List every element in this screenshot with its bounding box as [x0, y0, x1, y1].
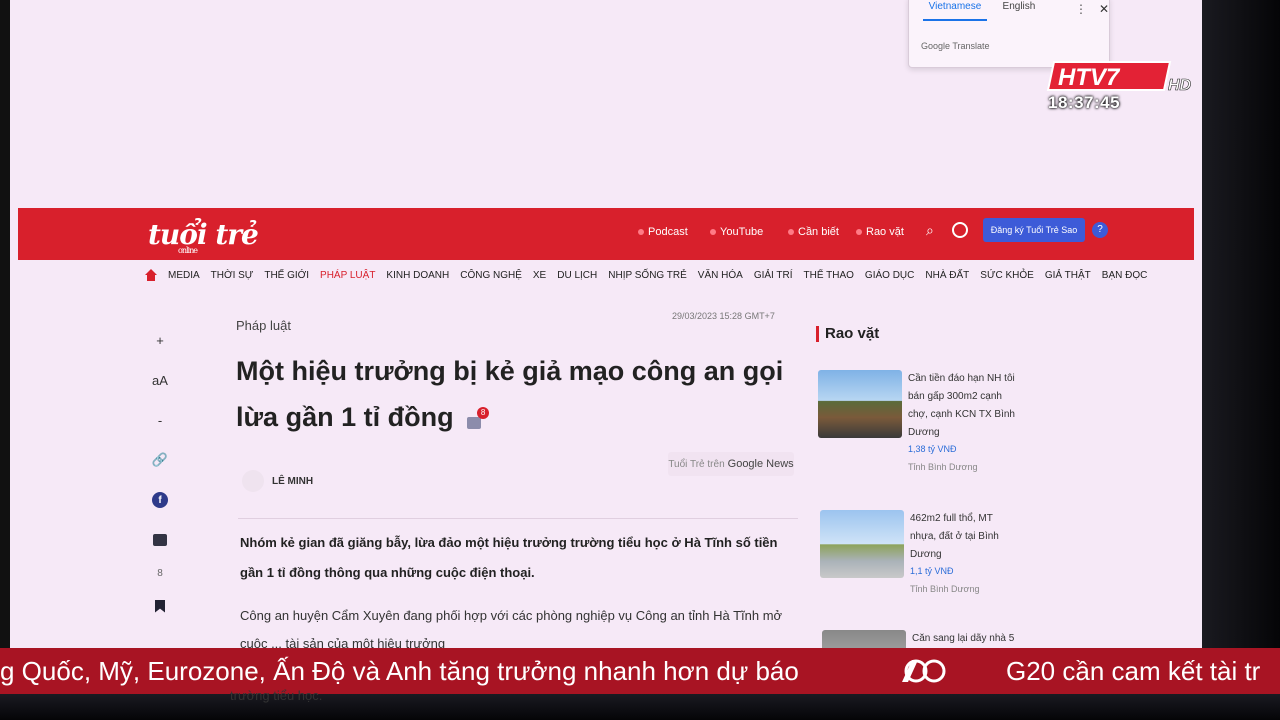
- article-headline: Một hiệu trưởng bị kẻ giả mạo công an gọ…: [236, 348, 796, 440]
- article-category[interactable]: Pháp luật: [236, 318, 291, 333]
- ad-location: Tỉnh Bình Dương: [910, 584, 980, 594]
- monitor-bezel-right: [1202, 0, 1280, 720]
- menu-item[interactable]: DU LỊCH: [557, 270, 597, 281]
- nav-rao-vat[interactable]: Rao vặt: [856, 226, 904, 238]
- nav-youtube-label: YouTube: [720, 226, 764, 238]
- nav-can-biet-label: Cần biết: [798, 226, 839, 238]
- facebook-icon: f: [152, 492, 168, 508]
- google-news-prefix: Tuổi Trẻ trên: [668, 458, 725, 470]
- menu-item[interactable]: NHÀ ĐẤT: [925, 270, 969, 281]
- menu-item-active[interactable]: PHÁP LUẬT: [320, 270, 375, 281]
- menu-item[interactable]: MEDIA: [168, 270, 200, 281]
- article-date: 29/03/2023 15:28 GMT+7: [672, 311, 775, 321]
- nav-youtube[interactable]: YouTube: [710, 226, 763, 238]
- google-news-button[interactable]: Tuổi Trẻ trên Google News: [668, 452, 794, 476]
- close-icon[interactable]: ✕: [1099, 2, 1109, 16]
- font-decrease-button[interactable]: -: [158, 400, 162, 440]
- browser-viewport: Vietnamese English ⋮ ✕ Google Translate …: [10, 0, 1202, 700]
- subscribe-button[interactable]: Đăng ký Tuổi Trẻ Sao: [983, 218, 1085, 242]
- classifieds-icon: [856, 229, 862, 235]
- menu-item[interactable]: THỜI SỰ: [211, 270, 254, 281]
- nav-podcast[interactable]: Podcast: [638, 226, 688, 238]
- article-body-tail: trường tiểu học.: [230, 688, 323, 703]
- channel-name: HTV7: [1058, 64, 1121, 91]
- ad-title[interactable]: Căn sang lại dãy nhà 5: [912, 630, 1022, 648]
- menu-item[interactable]: THỂ THAO: [804, 270, 854, 281]
- translate-brand: Google Translate: [921, 41, 990, 51]
- ad-title[interactable]: 462m2 full thổ, MT nhựa, đất ở tại Bình …: [910, 510, 1020, 564]
- logo-subtext: online: [178, 246, 198, 255]
- font-increase-button[interactable]: +: [156, 320, 164, 360]
- ad-thumbnail[interactable]: [818, 370, 902, 438]
- category-menu: MEDIA THỜI SỰ THẾ GIỚI PHÁP LUẬT KINH DO…: [145, 260, 1147, 290]
- podcast-icon: [638, 229, 644, 235]
- headline-comment-badge[interactable]: 8: [467, 406, 490, 429]
- ad-price: 1,38 tỷ VNĐ: [908, 444, 957, 454]
- font-size-button[interactable]: aA: [152, 360, 168, 400]
- help-icon[interactable]: ?: [1092, 222, 1108, 238]
- ticker-headline: g Quốc, Mỹ, Eurozone, Ấn Độ và Anh tăng …: [0, 656, 799, 686]
- ticker-separator-logo: [902, 659, 946, 683]
- ad-title[interactable]: Cần tiền đáo hạn NH tôi bán gấp 300m2 cạ…: [908, 370, 1018, 442]
- translate-tab-english[interactable]: English: [987, 0, 1051, 21]
- menu-item[interactable]: GIẢI TRÍ: [754, 270, 793, 281]
- menu-item[interactable]: THẾ GIỚI: [264, 270, 309, 281]
- hd-label: HD: [1168, 77, 1192, 94]
- more-options-icon[interactable]: ⋮: [1075, 2, 1087, 16]
- ticker-headline: G20 cần cam kết tài tr: [1006, 656, 1261, 686]
- menu-item[interactable]: GIÁO DỤC: [865, 270, 914, 281]
- comments-button[interactable]: [153, 520, 167, 560]
- menu-item[interactable]: BẠN ĐỌC: [1102, 270, 1148, 281]
- article-sapo: Nhóm kẻ gian đã giăng bẫy, lừa đảo một h…: [240, 535, 778, 580]
- classified-ad[interactable]: 462m2 full thổ, MT nhựa, đất ở tại Bình …: [820, 510, 1020, 600]
- menu-item[interactable]: XE: [533, 270, 546, 281]
- bookmark-button[interactable]: [155, 586, 165, 626]
- comment-count-badge: 8: [477, 406, 490, 419]
- article-author[interactable]: LÊ MINH: [272, 476, 313, 487]
- youtube-icon: [710, 229, 716, 235]
- menu-item[interactable]: NHỊP SỐNG TRẺ: [608, 270, 687, 281]
- menu-item[interactable]: KINH DOANH: [386, 270, 449, 281]
- home-icon[interactable]: [145, 269, 157, 281]
- menu-item[interactable]: GIẢ THẬT: [1045, 270, 1091, 281]
- article-divider: [238, 518, 798, 519]
- news-ticker: g Quốc, Mỹ, Eurozone, Ấn Độ và Anh tăng …: [0, 648, 1280, 694]
- info-icon: [788, 229, 794, 235]
- rao-vat-heading: Rao vặt: [816, 326, 879, 342]
- ticker-shadow: [0, 694, 1280, 720]
- tv-frame: Vietnamese English ⋮ ✕ Google Translate …: [0, 0, 1280, 720]
- link-icon[interactable]: 🔗: [152, 440, 168, 480]
- menu-item[interactable]: SỨC KHỎE: [980, 270, 1034, 281]
- ad-location: Tỉnh Bình Dương: [908, 462, 978, 472]
- broadcast-clock: 18:37:45: [1048, 93, 1121, 112]
- comment-icon: [467, 416, 482, 429]
- nav-podcast-label: Podcast: [648, 226, 688, 238]
- comment-icon: [153, 534, 167, 546]
- user-icon[interactable]: [952, 222, 968, 238]
- article-tools: + aA - 🔗 f 8: [145, 320, 175, 626]
- headline-text: Một hiệu trưởng bị kẻ giả mạo công an gọ…: [236, 356, 784, 432]
- logo-text: tuổi trẻ: [148, 218, 259, 251]
- search-icon[interactable]: ⌕: [926, 222, 942, 238]
- translate-tab-vietnamese[interactable]: Vietnamese: [923, 0, 987, 21]
- ad-thumbnail[interactable]: [820, 510, 904, 578]
- menu-item[interactable]: CÔNG NGHỆ: [460, 270, 522, 281]
- google-news-brand: Google News: [727, 458, 794, 470]
- site-logo[interactable]: tuổi trẻ online: [148, 218, 259, 255]
- classified-ad[interactable]: Cần tiền đáo hạn NH tôi bán gấp 300m2 cạ…: [818, 370, 1018, 472]
- translate-popup: Vietnamese English ⋮ ✕ Google Translate: [908, 0, 1110, 68]
- nav-can-biet[interactable]: Cần biết: [788, 226, 839, 238]
- comment-count: 8: [157, 567, 163, 579]
- menu-item[interactable]: VĂN HÓA: [698, 270, 743, 281]
- site-header: tuổi trẻ online Podcast YouTube Cần biết…: [18, 208, 1194, 260]
- nav-rao-vat-label: Rao vặt: [866, 226, 904, 238]
- bookmark-icon: [155, 599, 165, 613]
- facebook-share-button[interactable]: f: [152, 480, 168, 520]
- htv7-channel-logo: HTV7 HD: [1046, 61, 1192, 94]
- ad-price: 1,1 tỷ VNĐ: [910, 566, 954, 576]
- author-avatar: [242, 470, 264, 492]
